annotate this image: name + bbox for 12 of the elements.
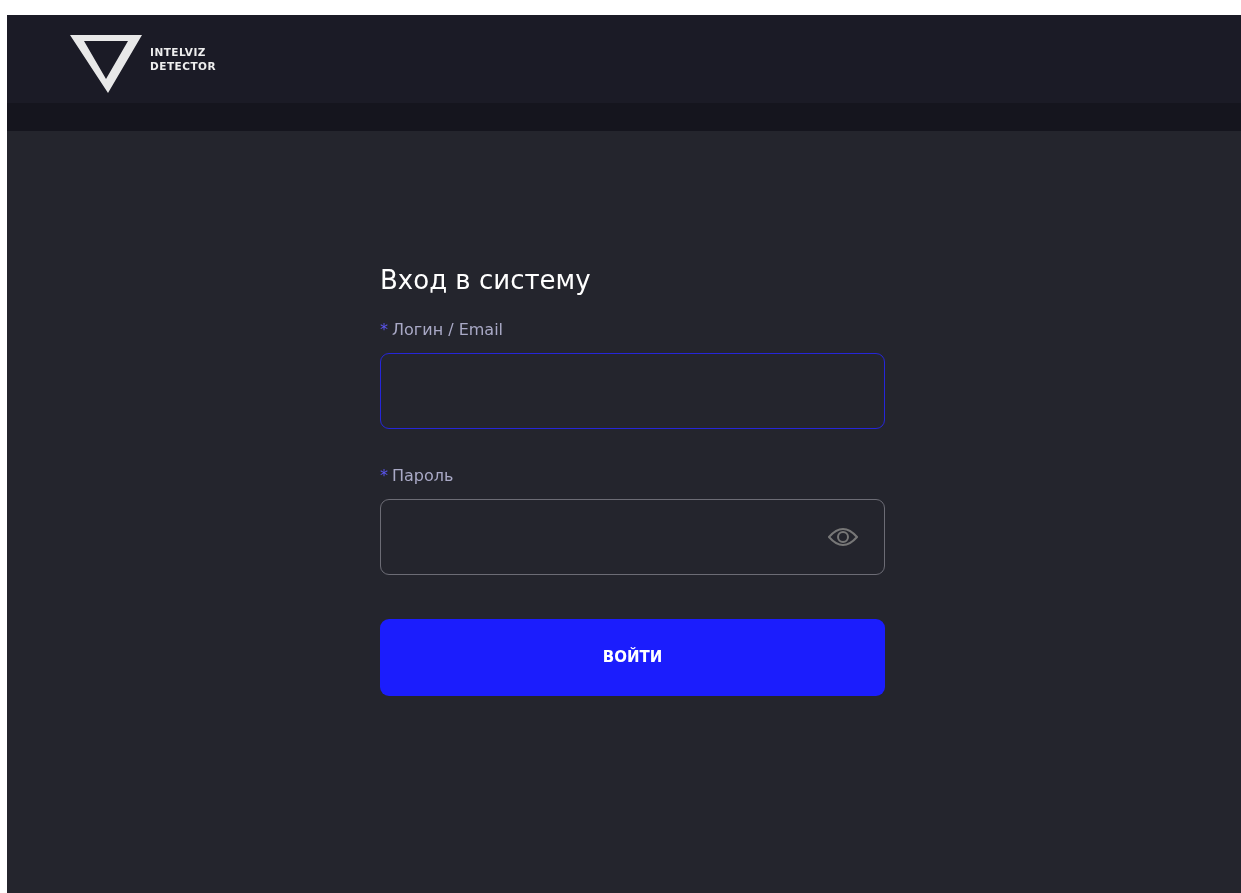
logo-text: INTELVIZ [150,45,207,59]
field-label: Логин / Email [392,319,504,341]
field-label: Пароль [392,465,454,487]
login-field[interactable] [380,353,885,429]
form-title: Вход в систему [380,264,592,297]
eye-icon[interactable] [828,527,858,547]
required-mark: * [380,465,388,487]
logo-text: DETECTOR [150,59,217,73]
login-button[interactable]: ВОЙТИ [380,619,885,696]
required-mark: * [380,319,388,341]
logo-icon [70,33,142,93]
password-field[interactable] [380,499,885,575]
